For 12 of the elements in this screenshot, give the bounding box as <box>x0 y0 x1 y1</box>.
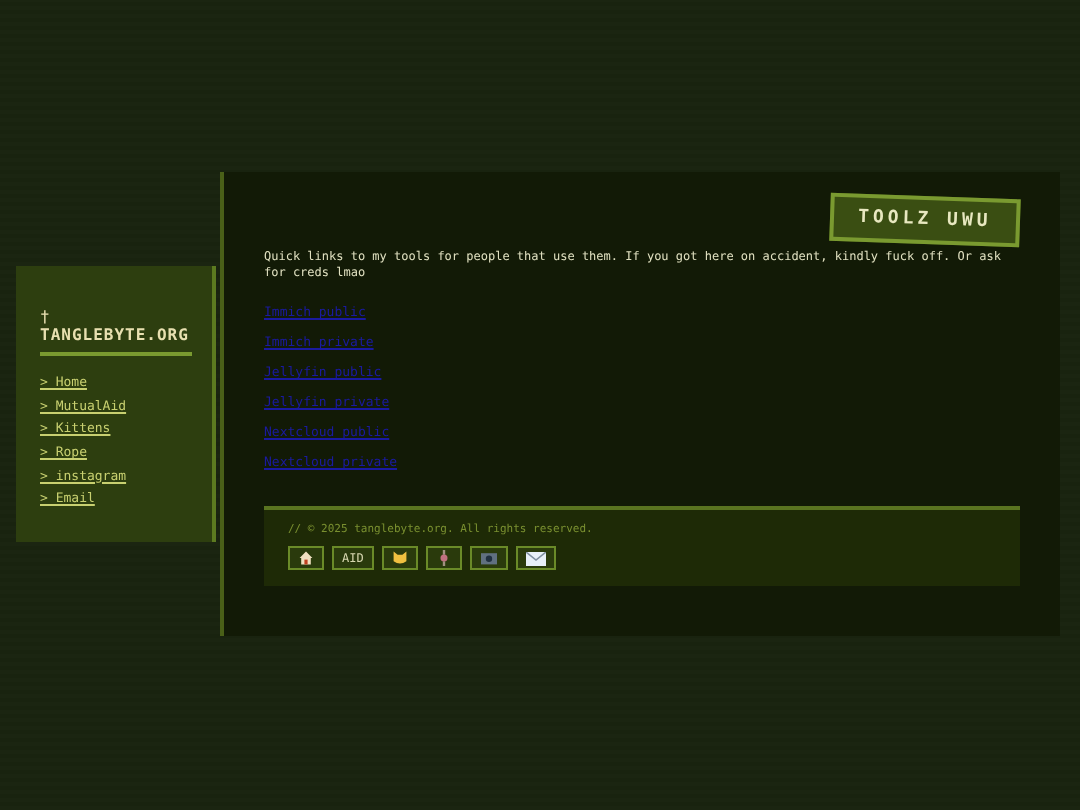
email-button[interactable] <box>515 546 556 570</box>
camera-icon <box>479 550 498 566</box>
envelope-icon <box>525 551 546 565</box>
page-badge: TOOLZ UWU <box>829 192 1021 248</box>
house-icon <box>298 550 314 566</box>
rope-button[interactable] <box>425 546 462 570</box>
dagger-mark: † <box>40 310 52 326</box>
instagram-button[interactable] <box>469 546 508 570</box>
kittens-button[interactable] <box>381 546 418 570</box>
cat-icon <box>391 550 408 566</box>
site-title: TANGLEBYTE.ORG <box>40 326 191 344</box>
home-button[interactable] <box>288 546 324 570</box>
